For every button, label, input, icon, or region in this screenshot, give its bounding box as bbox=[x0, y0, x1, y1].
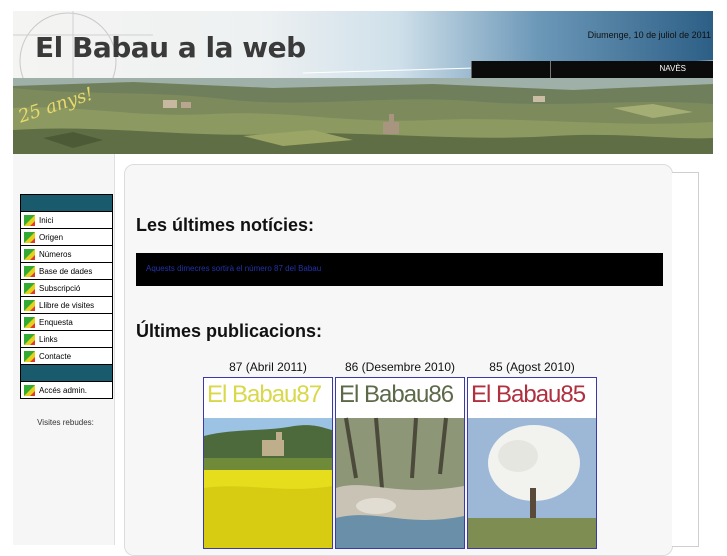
news-link[interactable]: Aquests dimecres sortirà el número 87 de… bbox=[146, 264, 321, 273]
sidebar-item-label: Links bbox=[39, 334, 58, 344]
sidebar-item-origen[interactable]: Origen bbox=[21, 229, 112, 246]
sidebar-item-label: Accés admin. bbox=[39, 385, 88, 395]
publication-caption: 85 (Agost 2010) bbox=[489, 360, 575, 374]
news-heading: Les últimes notícies: bbox=[136, 215, 315, 235]
navbar-divider bbox=[550, 61, 551, 78]
sidebar-item-label: Base de dades bbox=[39, 266, 93, 276]
sidebar-item-label: Inici bbox=[39, 215, 54, 225]
cover-image-86[interactable]: El Babau86 bbox=[335, 377, 465, 549]
sidebar-item-enquesta[interactable]: Enquesta bbox=[21, 314, 112, 331]
menu-bullet-icon bbox=[24, 350, 35, 362]
right-column bbox=[672, 172, 699, 547]
publications-heading: Últimes publicacions: bbox=[136, 321, 323, 341]
site-title: El Babau a la web bbox=[35, 31, 306, 64]
sidebar-item-label: Contacte bbox=[39, 351, 72, 361]
page: El Babau a la web Diumenge, 10 de juliol… bbox=[0, 0, 727, 556]
news-bar: Aquests dimecres sortirà el número 87 de… bbox=[136, 253, 663, 286]
cover-masthead: El Babau87 bbox=[207, 381, 322, 408]
publication-item[interactable]: 87 (Abril 2011) El Babau87 bbox=[203, 360, 333, 549]
landscape-photo bbox=[13, 78, 713, 154]
visits-counter-label: Visites rebudes: bbox=[37, 418, 94, 427]
sidebar-item-label: Números bbox=[39, 249, 72, 259]
header-banner: El Babau a la web Diumenge, 10 de juliol… bbox=[13, 11, 713, 154]
cover-masthead: El Babau85 bbox=[471, 381, 586, 408]
publication-item[interactable]: 85 (Agost 2010) El Babau85 bbox=[467, 360, 597, 549]
sidebar-item-base-de-dades[interactable]: Base de dades bbox=[21, 263, 112, 280]
sidebar-item-label: Llibre de visites bbox=[39, 300, 95, 310]
sidebar-item-numeros[interactable]: Números bbox=[21, 246, 112, 263]
publication-item[interactable]: 86 (Desembre 2010) El Babau86 bbox=[335, 360, 465, 549]
cover-image-87[interactable]: El Babau87 bbox=[203, 377, 333, 549]
publication-caption: 86 (Desembre 2010) bbox=[344, 360, 456, 374]
sidebar-item-inici[interactable]: Inici bbox=[21, 212, 112, 229]
menu-bullet-icon bbox=[24, 214, 35, 226]
menu-bullet-icon bbox=[24, 299, 35, 311]
current-date: Diumenge, 10 de juliol de 2011 bbox=[587, 30, 711, 40]
sidebar-item-llibre-de-visites[interactable]: Llibre de visites bbox=[21, 297, 112, 314]
cover-masthead: El Babau86 bbox=[339, 381, 454, 408]
sidebar-item-admin[interactable]: Accés admin. bbox=[21, 382, 112, 398]
menu-bullet-icon bbox=[24, 333, 35, 345]
sidebar-item-label: Subscripció bbox=[39, 283, 81, 293]
menu-bullet-icon bbox=[24, 384, 35, 396]
top-navbar: NAVÈS bbox=[471, 61, 713, 78]
menu-header bbox=[21, 195, 112, 212]
sidebar-item-label: Origen bbox=[39, 232, 64, 242]
sidebar-item-links[interactable]: Links bbox=[21, 331, 112, 348]
menu-bullet-icon bbox=[24, 265, 35, 277]
menu-bullet-icon bbox=[24, 282, 35, 294]
menu-bullet-icon bbox=[24, 231, 35, 243]
nav-item-naves[interactable]: NAVÈS bbox=[659, 64, 686, 73]
sidebar-item-subscripcio[interactable]: Subscripció bbox=[21, 280, 112, 297]
publication-caption: 87 (Abril 2011) bbox=[229, 360, 307, 374]
sidebar-item-label: Enquesta bbox=[39, 317, 73, 327]
sidebar-item-contacte[interactable]: Contacte bbox=[21, 348, 112, 365]
menu-bullet-icon bbox=[24, 248, 35, 260]
sidebar-menu: Inici Origen Números Base de dades Subsc… bbox=[20, 194, 113, 399]
menu-separator bbox=[21, 365, 112, 382]
cover-image-85[interactable]: El Babau85 bbox=[467, 377, 597, 549]
menu-bullet-icon bbox=[24, 316, 35, 328]
